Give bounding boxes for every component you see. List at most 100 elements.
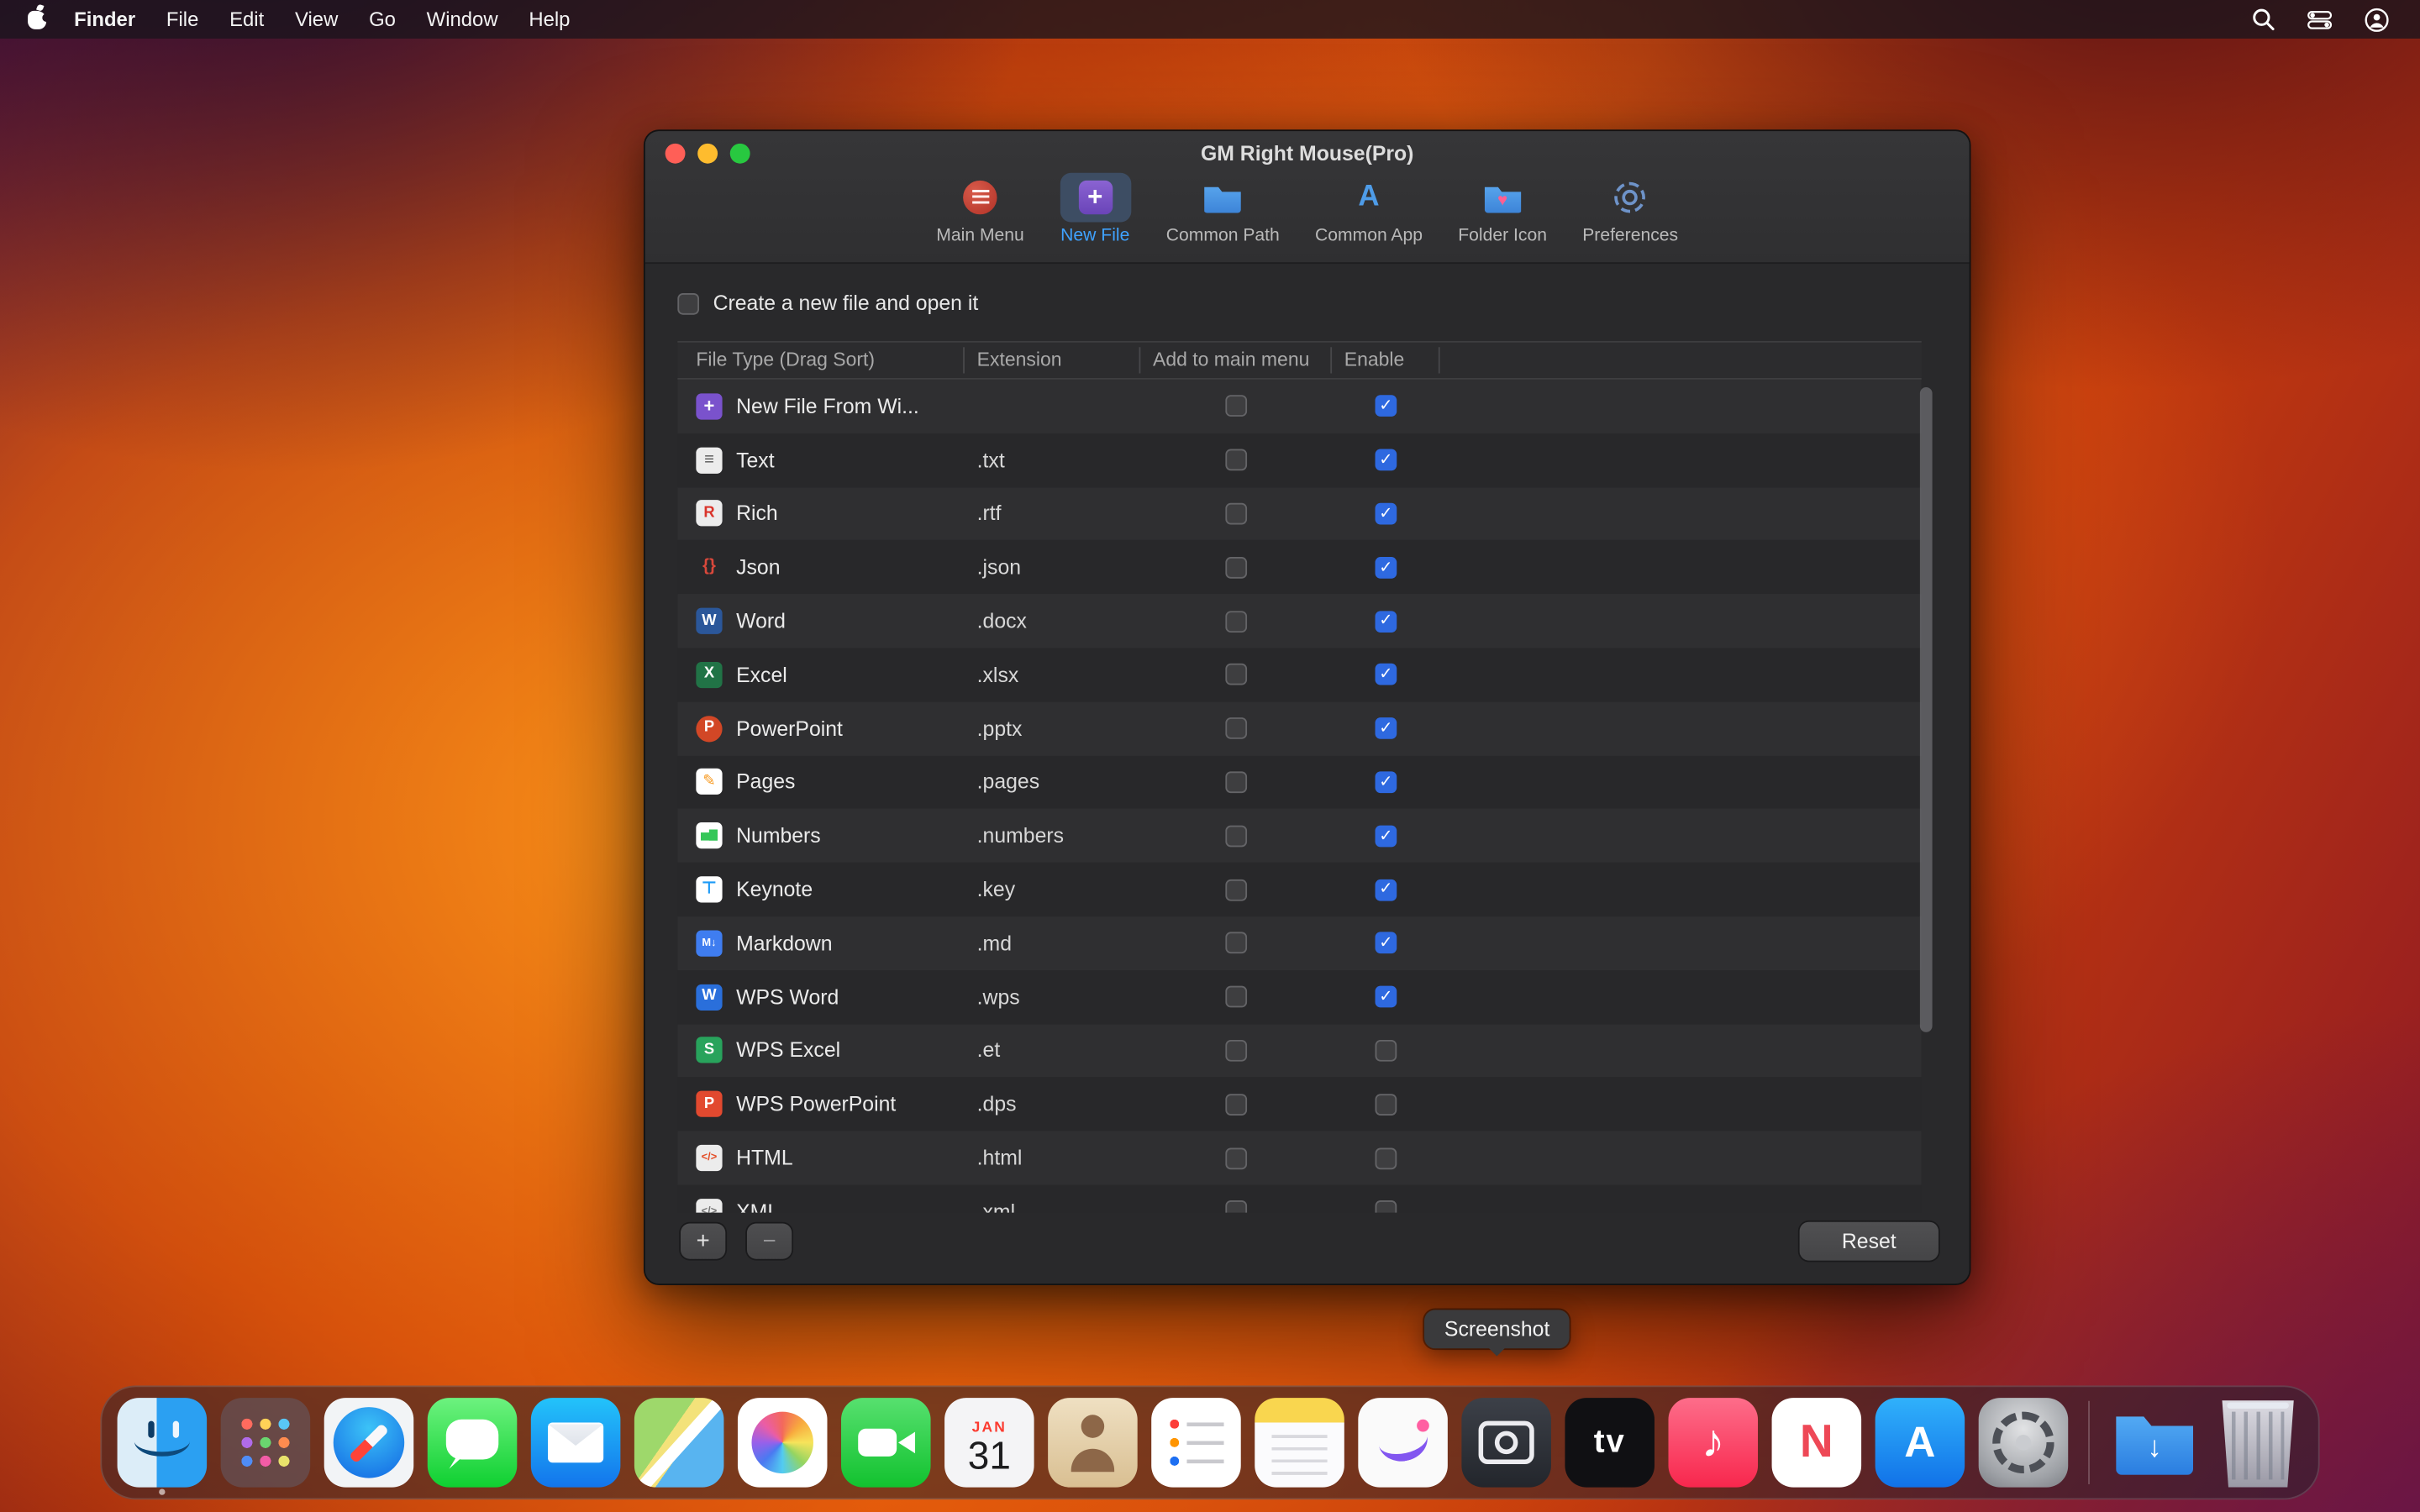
add-to-main-menu-checkbox[interactable] [1225,771,1247,793]
table-row[interactable]: </>XML.xml [677,1185,1921,1213]
enable-checkbox[interactable] [1376,611,1397,633]
table-row[interactable]: ⊤Keynote.key [677,863,1921,916]
table-row[interactable]: +New File From Wi... [677,380,1921,433]
facetime-dock-icon[interactable] [841,1398,931,1488]
col-file-type[interactable]: File Type (Drag Sort) [677,347,965,373]
enable-checkbox[interactable] [1376,1201,1397,1213]
table-row[interactable]: WWord.docx [677,594,1921,648]
enable-checkbox[interactable] [1376,503,1397,525]
table-row[interactable]: PWPS PowerPoint.dps [677,1078,1921,1131]
tab-common-app[interactable]: Common App [1307,173,1430,245]
tab-folder-icon[interactable]: Folder Icon [1450,173,1555,245]
launchpad-dock-icon[interactable] [221,1398,311,1488]
user-menu-icon[interactable] [2365,7,2389,31]
add-to-main-menu-checkbox[interactable] [1225,557,1247,579]
enable-checkbox[interactable] [1376,1040,1397,1062]
tab-new-file[interactable]: New File [1052,173,1139,245]
table-row[interactable]: PPowerPoint.pptx [677,701,1921,755]
add-file-type-button[interactable]: + [681,1224,725,1259]
tv-dock-icon[interactable] [1565,1398,1655,1488]
trash-dock-icon[interactable] [2213,1398,2303,1488]
enable-checkbox[interactable] [1376,986,1397,1008]
col-extension[interactable]: Extension [965,347,1140,373]
enable-checkbox[interactable] [1376,449,1397,471]
enable-checkbox[interactable] [1376,825,1397,847]
table-row[interactable]: </>HTML.html [677,1131,1921,1185]
table-scrollbar[interactable] [1920,387,1933,1032]
table-row[interactable]: M↓Markdown.md [677,916,1921,970]
settings-dock-icon[interactable] [1979,1398,2069,1488]
music-dock-icon[interactable] [1669,1398,1759,1488]
col-add-to-main-menu[interactable]: Add to main menu [1140,347,1332,373]
maps-dock-icon[interactable] [634,1398,724,1488]
enable-checkbox[interactable] [1376,1147,1397,1169]
enable-checkbox[interactable] [1376,932,1397,954]
add-to-main-menu-checkbox[interactable] [1225,664,1247,685]
menu-item-help[interactable]: Help [513,0,586,39]
table-row[interactable]: ✎Pages.pages [677,755,1921,809]
menu-item-go[interactable]: Go [354,0,412,39]
add-to-main-menu-checkbox[interactable] [1225,611,1247,633]
news-dock-icon[interactable] [1772,1398,1862,1488]
safari-dock-icon[interactable] [324,1398,414,1488]
add-to-main-menu-checkbox[interactable] [1225,503,1247,525]
file-type-cell: M↓Markdown [677,930,965,956]
remove-file-type-button[interactable]: − [747,1224,792,1259]
tab-main-menu[interactable]: Main Menu [929,173,1032,245]
file-extension: .xlsx [965,664,1140,687]
table-row[interactable]: XExcel.xlsx [677,648,1921,701]
menu-item-finder[interactable]: Finder [59,0,151,39]
search-icon[interactable] [2252,8,2275,31]
freeform-dock-icon[interactable] [1358,1398,1448,1488]
add-to-main-menu-checkbox[interactable] [1225,986,1247,1008]
enable-checkbox[interactable] [1376,771,1397,793]
notes-dock-icon[interactable] [1255,1398,1344,1488]
enable-checkbox[interactable] [1376,557,1397,579]
window-title: GM Right Mouse(Pro) [645,142,1970,165]
tab-common-path[interactable]: Common Path [1159,173,1287,245]
table-row[interactable]: WWPS Word.wps [677,970,1921,1024]
screenshot-dock-icon[interactable] [1461,1398,1551,1488]
add-to-main-menu-checkbox[interactable] [1225,1147,1247,1169]
col-enable[interactable]: Enable [1332,347,1440,373]
add-to-main-menu-checkbox[interactable] [1225,449,1247,471]
reminders-dock-icon[interactable] [1151,1398,1241,1488]
file-type-icon: ▅▇ [696,822,722,848]
calendar-dock-icon[interactable]: JAN31 [944,1398,1034,1488]
table-row[interactable]: RRich.rtf [677,487,1921,541]
add-to-main-menu-checkbox[interactable] [1225,396,1247,417]
apple-menu-icon[interactable] [28,11,46,29]
enable-checkbox[interactable] [1376,717,1397,739]
add-to-main-menu-checkbox[interactable] [1225,1094,1247,1116]
add-to-main-menu-checkbox[interactable] [1225,717,1247,739]
mail-dock-icon[interactable] [531,1398,621,1488]
contacts-dock-icon[interactable] [1048,1398,1138,1488]
messages-dock-icon[interactable] [428,1398,518,1488]
menu-item-window[interactable]: Window [411,0,513,39]
table-row[interactable]: ▅▇Numbers.numbers [677,809,1921,863]
enable-checkbox[interactable] [1376,396,1397,417]
menu-item-view[interactable]: View [280,0,354,39]
enable-checkbox[interactable] [1376,879,1397,900]
appstore-dock-icon[interactable] [1876,1398,1965,1488]
file-type-name: Pages [736,770,795,794]
tab-preferences[interactable]: Preferences [1575,173,1686,245]
table-row[interactable]: SWPS Excel.et [677,1024,1921,1078]
table-row[interactable]: ≡Text.txt [677,433,1921,487]
enable-checkbox[interactable] [1376,1094,1397,1116]
reset-button[interactable]: Reset [1800,1222,1939,1261]
add-to-main-menu-checkbox[interactable] [1225,1040,1247,1062]
add-to-main-menu-checkbox[interactable] [1225,1201,1247,1213]
add-to-main-menu-checkbox[interactable] [1225,879,1247,900]
enable-checkbox[interactable] [1376,664,1397,685]
finder-dock-icon[interactable] [118,1398,208,1488]
menu-item-file[interactable]: File [151,0,214,39]
menu-item-edit[interactable]: Edit [214,0,280,39]
photos-dock-icon[interactable] [738,1398,828,1488]
add-to-main-menu-checkbox[interactable] [1225,825,1247,847]
downloads-dock-icon[interactable] [2110,1398,2200,1488]
create-file-checkbox[interactable] [677,292,699,314]
control-center-icon[interactable] [2307,10,2332,29]
add-to-main-menu-checkbox[interactable] [1225,932,1247,954]
table-row[interactable]: {}Json.json [677,541,1921,595]
